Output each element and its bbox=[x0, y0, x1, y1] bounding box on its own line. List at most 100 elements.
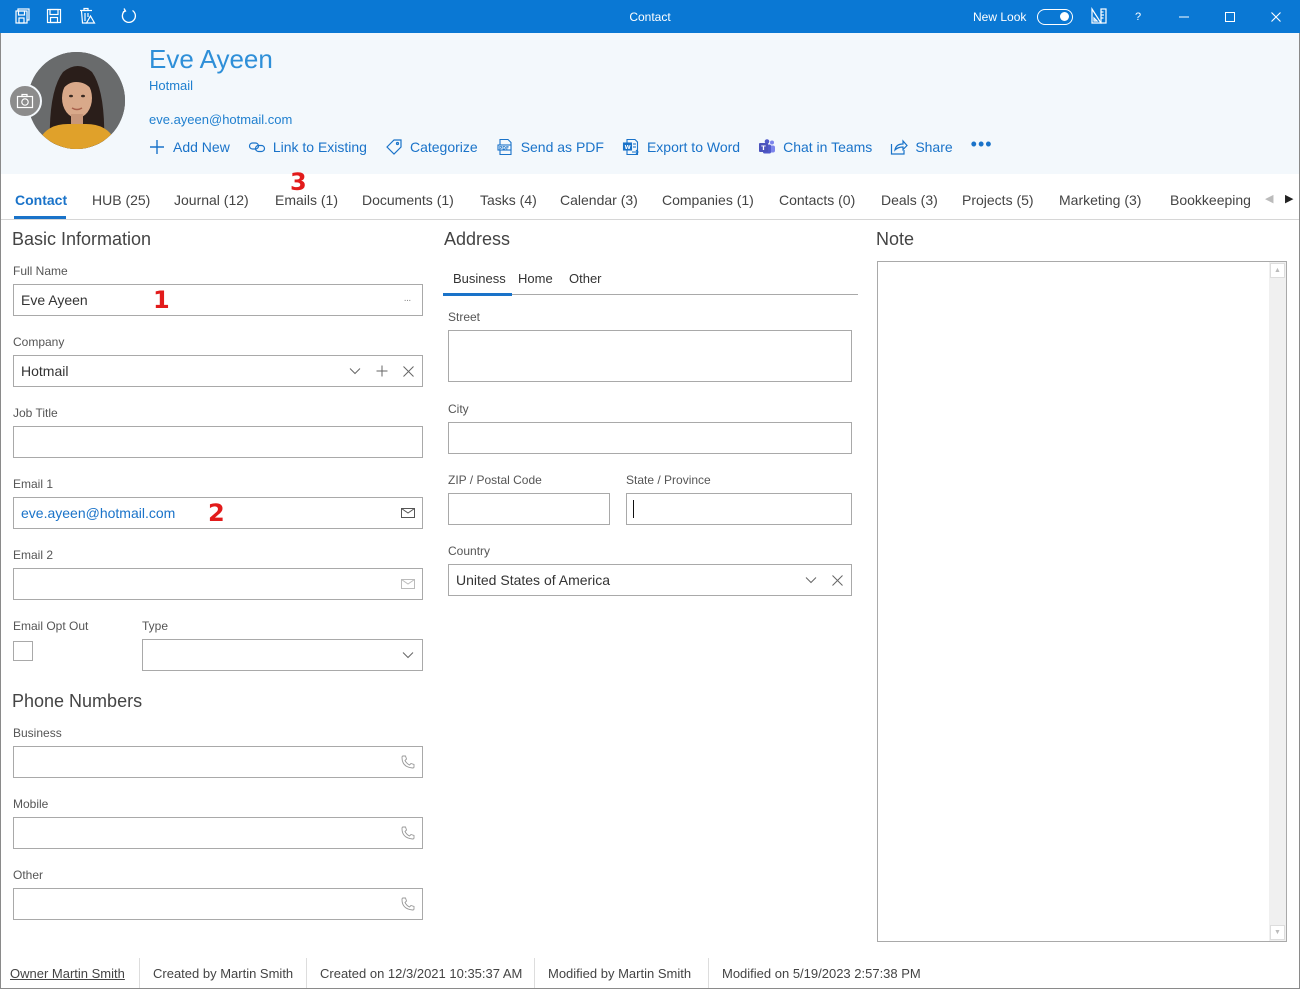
mobile-phone-field[interactable] bbox=[13, 817, 423, 849]
tab-contact[interactable]: Contact bbox=[15, 192, 67, 208]
close-button[interactable] bbox=[1256, 0, 1296, 33]
active-tab-indicator bbox=[14, 216, 66, 219]
chevron-down-icon[interactable] bbox=[348, 364, 362, 378]
country-chevron-down-icon[interactable] bbox=[804, 573, 818, 587]
contact-email-link[interactable]: eve.ayeen@hotmail.com bbox=[149, 112, 292, 127]
tab-tasks[interactable]: Tasks (4) bbox=[480, 192, 537, 208]
minimize-icon bbox=[1179, 16, 1189, 17]
address-tab-other[interactable]: Other bbox=[569, 271, 602, 286]
layout-ruler-icon[interactable] bbox=[1090, 7, 1108, 25]
tab-scroll-right-icon[interactable]: ▶ bbox=[1285, 192, 1293, 205]
send-as-pdf-label: Send as PDF bbox=[520, 139, 604, 155]
city-label: City bbox=[448, 402, 469, 416]
teams-icon: T bbox=[759, 139, 776, 154]
share-button[interactable]: Share bbox=[890, 138, 953, 156]
basic-information-title: Basic Information bbox=[12, 229, 152, 249]
categorize-button[interactable]: Categorize bbox=[385, 138, 478, 156]
tab-documents[interactable]: Documents (1) bbox=[362, 192, 454, 208]
address-tab-home[interactable]: Home bbox=[518, 271, 553, 286]
company-field[interactable]: Hotmail bbox=[13, 355, 423, 387]
avatar[interactable] bbox=[28, 52, 125, 149]
country-label: Country bbox=[448, 544, 491, 558]
word-icon: W bbox=[622, 138, 639, 156]
footer-divider bbox=[139, 958, 140, 988]
phone-numbers-title: Phone Numbers bbox=[12, 691, 143, 711]
annotation-3: 3 bbox=[290, 168, 307, 196]
new-look-toggle[interactable] bbox=[1037, 9, 1073, 25]
tab-deals[interactable]: Deals (3) bbox=[881, 192, 938, 208]
other-phone-field[interactable] bbox=[13, 888, 423, 920]
call-mobile-phone-icon[interactable] bbox=[401, 826, 415, 840]
type-select[interactable] bbox=[142, 639, 423, 671]
action-bar: Add New Link to Existing Categorize PDF … bbox=[148, 134, 1011, 156]
tab-hub[interactable]: HUB (25) bbox=[92, 192, 150, 208]
tab-bookkeeping[interactable]: Bookkeeping bbox=[1170, 192, 1252, 208]
svg-text:PDF: PDF bbox=[499, 145, 509, 151]
tab-companies[interactable]: Companies (1) bbox=[662, 192, 754, 208]
type-chevron-down-icon[interactable] bbox=[401, 648, 415, 662]
send-as-pdf-button[interactable]: PDF Send as PDF bbox=[496, 138, 604, 156]
more-actions-button[interactable]: ••• bbox=[971, 134, 993, 155]
record-info-footer: Owner Martin Smith Created by Martin Smi… bbox=[1, 958, 1299, 988]
tab-marketing[interactable]: Marketing (3) bbox=[1059, 192, 1141, 208]
svg-text:T: T bbox=[761, 144, 766, 152]
full-name-value: Eve Ayeen bbox=[21, 292, 88, 308]
contact-company-link[interactable]: Hotmail bbox=[149, 78, 193, 93]
link-to-existing-label: Link to Existing bbox=[272, 139, 367, 155]
state-label: State / Province bbox=[626, 473, 711, 487]
export-to-word-button[interactable]: W Export to Word bbox=[622, 138, 740, 156]
maximize-icon bbox=[1225, 11, 1235, 22]
tab-contacts[interactable]: Contacts (0) bbox=[779, 192, 855, 208]
scroll-down-icon[interactable]: ▼ bbox=[1270, 925, 1285, 940]
email2-field[interactable] bbox=[13, 568, 423, 600]
help-button[interactable]: ? bbox=[1118, 0, 1158, 33]
street-field[interactable] bbox=[448, 330, 852, 382]
call-business-phone-icon[interactable] bbox=[401, 755, 415, 769]
minimize-button[interactable] bbox=[1164, 0, 1204, 33]
clear-country-icon[interactable] bbox=[830, 573, 844, 587]
address-active-tab-indicator bbox=[443, 293, 512, 296]
city-field[interactable] bbox=[448, 422, 852, 454]
note-scrollbar[interactable]: ▲ ▼ bbox=[1269, 262, 1286, 941]
add-new-label: Add New bbox=[173, 139, 230, 155]
camera-icon bbox=[16, 93, 34, 109]
chat-in-teams-button[interactable]: T Chat in Teams bbox=[758, 138, 872, 156]
owner-link[interactable]: Owner Martin Smith bbox=[10, 966, 125, 981]
zip-field[interactable] bbox=[448, 493, 610, 525]
link-to-existing-button[interactable]: Link to Existing bbox=[248, 138, 367, 156]
annotation-1: 1 bbox=[153, 286, 170, 314]
tab-calendar[interactable]: Calendar (3) bbox=[560, 192, 638, 208]
full-name-field[interactable]: Eve Ayeen ··· bbox=[13, 284, 423, 316]
svg-text:W: W bbox=[625, 145, 631, 151]
call-other-phone-icon[interactable] bbox=[401, 897, 415, 911]
tab-scroll-left-icon[interactable]: ◀ bbox=[1265, 192, 1273, 205]
tab-journal[interactable]: Journal (12) bbox=[174, 192, 249, 208]
full-name-label: Full Name bbox=[13, 264, 68, 278]
address-tab-business[interactable]: Business bbox=[453, 271, 506, 286]
text-cursor bbox=[633, 500, 634, 518]
footer-divider bbox=[708, 958, 709, 988]
state-field[interactable] bbox=[626, 493, 852, 525]
tab-projects[interactable]: Projects (5) bbox=[962, 192, 1034, 208]
full-name-details-icon[interactable]: ··· bbox=[400, 293, 414, 307]
clear-company-icon[interactable] bbox=[401, 364, 415, 378]
add-new-button[interactable]: Add New bbox=[148, 138, 230, 156]
job-title-field[interactable] bbox=[13, 426, 423, 458]
email1-value[interactable]: eve.ayeen@hotmail.com bbox=[21, 505, 175, 521]
add-company-icon[interactable] bbox=[375, 364, 389, 378]
link-icon bbox=[248, 142, 265, 153]
send-email-icon[interactable] bbox=[401, 506, 415, 520]
chat-in-teams-label: Chat in Teams bbox=[783, 139, 873, 155]
email-opt-out-checkbox[interactable] bbox=[13, 641, 33, 661]
created-on: Created on 12/3/2021 10:35:37 AM bbox=[320, 966, 523, 981]
scroll-up-icon[interactable]: ▲ bbox=[1270, 263, 1285, 278]
business-phone-field[interactable] bbox=[13, 746, 423, 778]
address-tab-bar: Business Home Other bbox=[448, 265, 858, 295]
note-textarea[interactable]: ▲ ▼ bbox=[877, 261, 1287, 942]
country-select[interactable]: United States of America bbox=[448, 564, 852, 596]
maximize-button[interactable] bbox=[1210, 0, 1250, 33]
modified-on: Modified on 5/19/2023 2:57:38 PM bbox=[722, 966, 921, 981]
categorize-label: Categorize bbox=[409, 139, 478, 155]
change-photo-button[interactable] bbox=[8, 84, 42, 118]
send-email2-icon[interactable] bbox=[401, 577, 415, 591]
